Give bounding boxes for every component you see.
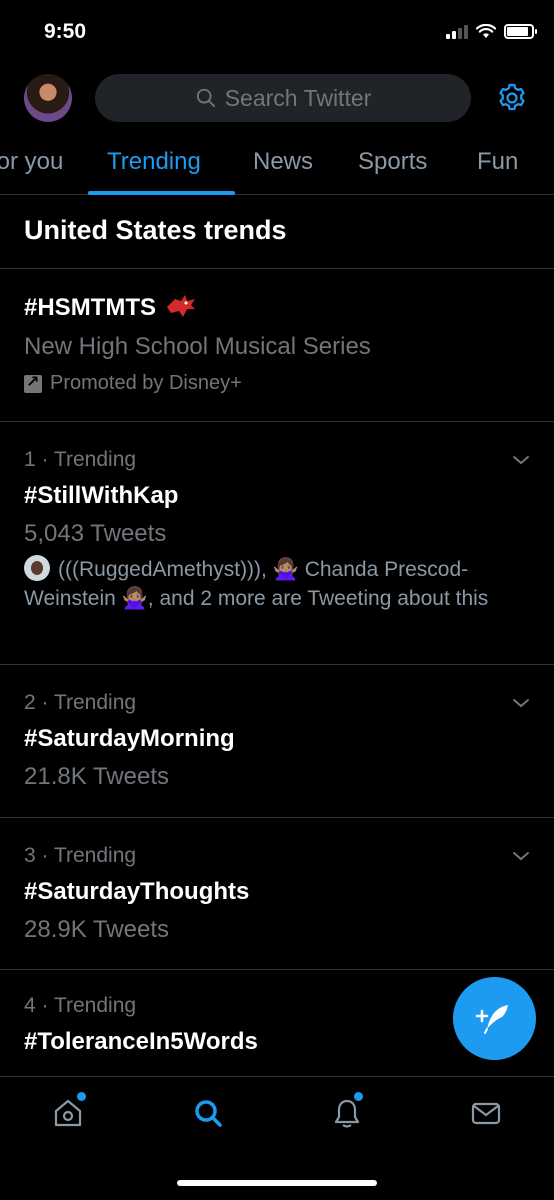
trend-tag: #SaturdayThoughts [24, 878, 250, 905]
top-bar: Search Twitter [0, 72, 554, 126]
promoted-by: Promoted by Disney+ [24, 372, 242, 395]
tab-news[interactable]: News [253, 148, 313, 176]
promoted-trend[interactable]: #HSMTMTS New High School Musical Series … [0, 269, 554, 421]
promoted-icon [24, 372, 42, 393]
chevron-down-icon[interactable] [512, 697, 530, 709]
trend-meta: 4 · Trending [24, 994, 137, 1017]
search-input[interactable]: Search Twitter [95, 74, 471, 122]
profile-avatar[interactable] [24, 74, 72, 122]
home-indicator[interactable] [177, 1180, 377, 1186]
avatar [24, 555, 50, 581]
status-icons [446, 24, 537, 39]
trend-tag: #ToleranceIn5Words [24, 1028, 258, 1055]
trend-tweet-count: 5,043 Tweets [24, 520, 167, 547]
chevron-down-icon[interactable] [512, 454, 530, 466]
search-icon [196, 88, 215, 108]
trend-item[interactable]: 1 · Trending #StillWithKap 5,043 Tweets … [0, 422, 554, 664]
wifi-icon [476, 24, 496, 38]
trend-tweet-count: 28.9K Tweets [24, 916, 169, 943]
cellular-signal-icon [446, 24, 468, 39]
trend-meta: 1 · Trending [24, 448, 137, 471]
search-placeholder: Search Twitter [224, 84, 372, 111]
compose-tweet-button[interactable] [453, 977, 536, 1060]
tab-sports[interactable]: Sports [358, 148, 427, 176]
home-icon[interactable] [52, 1097, 84, 1129]
explore-tabs: For you Trending News Sports Fun [0, 130, 554, 195]
trend-tag: #StillWithKap [24, 482, 179, 509]
trend-social-context: (((RuggedAmethyst))), 🙅🏽‍♀️ Chanda Presc… [24, 555, 524, 613]
promoted-trend-tag: #HSMTMTS [24, 293, 197, 322]
status-time: 9:50 [44, 20, 87, 43]
trend-item[interactable]: 2 · Trending #SaturdayMorning 21.8K Twee… [0, 665, 554, 817]
chevron-down-icon[interactable] [512, 850, 530, 862]
status-bar: 9:50 [0, 0, 554, 64]
trend-tweet-count: 21.8K Tweets [24, 763, 169, 790]
battery-icon [504, 24, 537, 39]
hashflag-icon [166, 295, 195, 317]
compose-tweet-icon [475, 1004, 508, 1034]
trend-tag: #SaturdayMorning [24, 725, 235, 752]
gear-icon[interactable] [496, 82, 528, 114]
home-notification-dot [77, 1092, 86, 1101]
tab-for-you[interactable]: For you [0, 148, 63, 176]
trend-item[interactable]: 3 · Trending #SaturdayThoughts 28.9K Twe… [0, 818, 554, 970]
notifications-icon[interactable] [331, 1097, 363, 1129]
tab-trending[interactable]: Trending [107, 148, 201, 176]
notifications-dot [354, 1092, 363, 1101]
active-tab-indicator [88, 191, 235, 195]
section-title: United States trends [24, 215, 287, 245]
trend-meta: 2 · Trending [24, 691, 137, 714]
explore-icon[interactable] [192, 1097, 224, 1129]
tab-fun[interactable]: Fun [477, 148, 518, 176]
trend-meta: 3 · Trending [24, 844, 137, 867]
promoted-trend-description: New High School Musical Series [24, 333, 371, 360]
messages-icon[interactable] [470, 1097, 502, 1129]
